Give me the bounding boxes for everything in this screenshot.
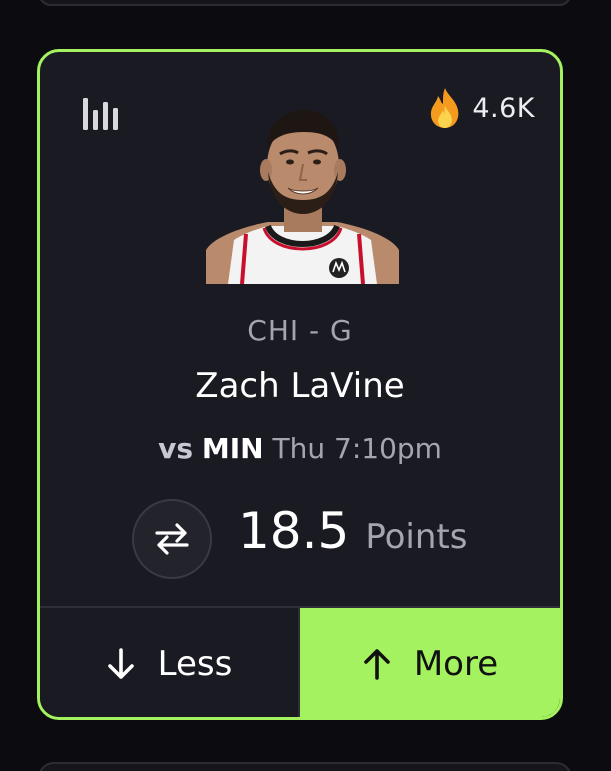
swap-stat-button[interactable] [132,499,212,579]
more-label: More [413,643,499,684]
game-time: Thu 7:10pm [272,432,442,465]
line-stat: Points [365,517,468,557]
popularity-count: 4.6K [472,92,535,124]
player-headshot [206,100,399,284]
vs-label: vs [158,432,193,465]
arrow-down-icon [107,647,134,679]
arrow-up-icon [364,648,390,680]
projection-line: 18.5 Points [238,502,467,562]
fire-icon [431,88,459,128]
pick-buttons: Less More [40,606,560,717]
more-button[interactable]: More [300,608,560,717]
game-matchup: vs MIN Thu 7:10pm [40,432,560,465]
popularity-indicator: 4.6K [428,86,535,130]
line-value: 18.5 [238,502,350,560]
less-button[interactable]: Less [40,608,300,717]
less-label: Less [157,643,233,684]
player-projection-card: 4.6K CHI - G Zach LaVine vs MIN Thu 7:10… [37,49,563,720]
projection-screen: 4.6K CHI - G Zach LaVine vs MIN Thu 7:10… [0,0,611,771]
player-name: Zach LaVine [195,366,405,406]
next-card-edge [38,762,572,771]
bar-chart-icon[interactable] [82,96,120,132]
opponent-team: MIN [201,432,264,465]
swap-arrows-icon [155,523,189,555]
team-position: CHI - G [247,314,353,347]
previous-card-edge [38,0,572,6]
